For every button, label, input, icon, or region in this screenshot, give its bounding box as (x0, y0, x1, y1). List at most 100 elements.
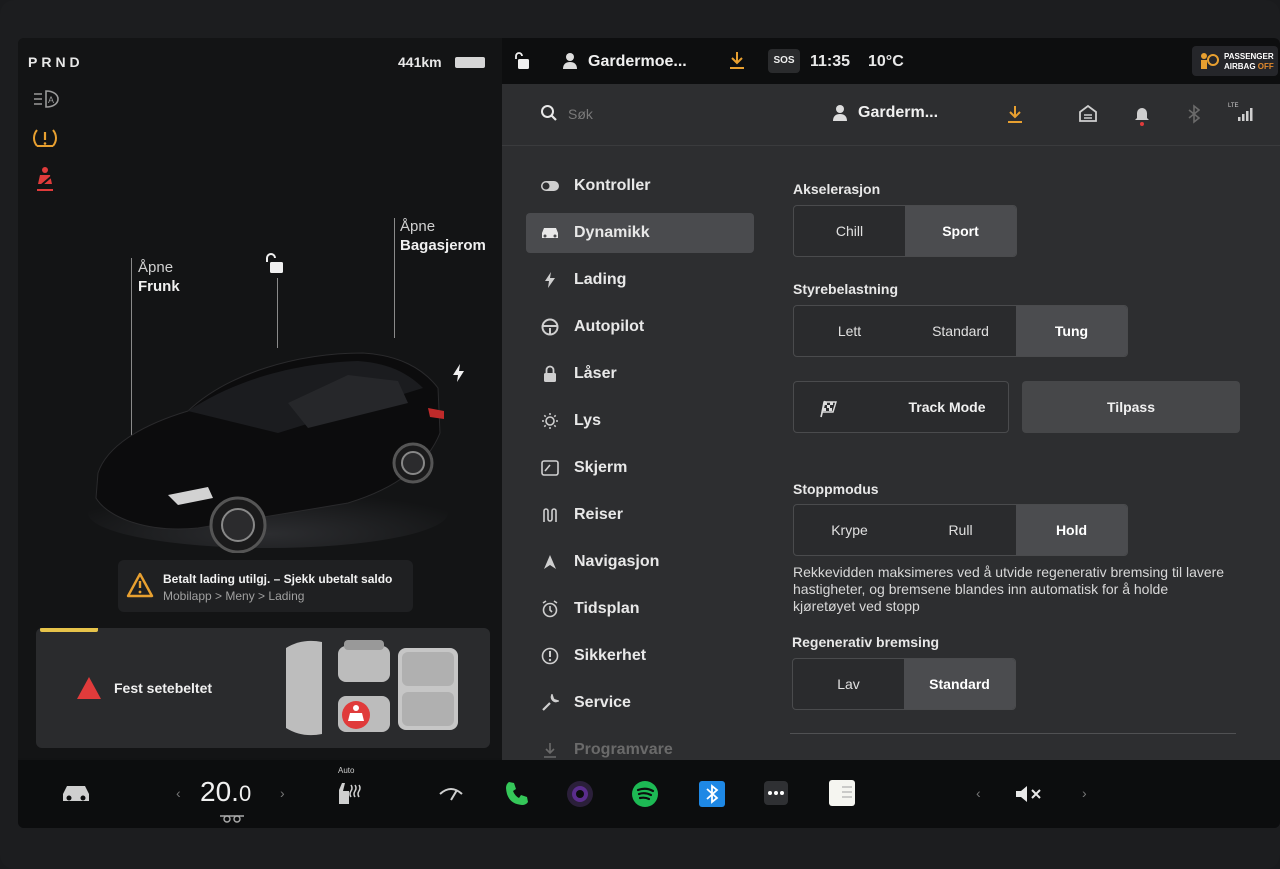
stop-mode-title: Stoppmodus (793, 481, 879, 497)
seatbelt-alert-label: Fest setebeltet (114, 680, 213, 696)
regen-option-standard[interactable]: Standard (904, 659, 1015, 709)
map-status-bar: Gardermoe... SOS 11:35 10°C PASSENGER AI… (502, 38, 1280, 84)
menu-item-dynamikk[interactable]: Dynamikk (526, 213, 754, 253)
menu-label: Låser (574, 364, 617, 382)
trip-destination[interactable]: Gardermoe... (588, 53, 687, 71)
warning-triangle-icon (126, 572, 154, 603)
profile-name[interactable]: Garderm... (858, 104, 938, 122)
search-icon[interactable] (540, 104, 558, 127)
menu-item-lys[interactable]: Lys (526, 397, 754, 444)
volume-up-chevron-icon[interactable]: › (1082, 785, 1087, 801)
muted-speaker-icon[interactable] (1014, 784, 1044, 809)
unlocked-padlock-icon[interactable] (264, 252, 286, 281)
spotify-icon[interactable] (631, 780, 659, 813)
bolt-icon (540, 270, 560, 290)
toggle-icon (540, 176, 560, 196)
steering-option-tung[interactable]: Tung (1016, 306, 1127, 356)
temp-main: 20. (200, 776, 239, 807)
airbag-line2: AIRBAG OFF (1224, 62, 1274, 71)
menu-item-lading[interactable]: Lading (526, 256, 754, 303)
profile-icon[interactable] (832, 104, 848, 127)
customize-button[interactable]: Tilpass (1022, 381, 1240, 433)
menu-item-service[interactable]: Service (526, 679, 754, 726)
airbag-state: OFF (1257, 62, 1274, 71)
unlocked-icon[interactable] (514, 51, 530, 76)
frunk-name-text: Frunk (138, 278, 180, 295)
stop-mode-option-hold[interactable]: Hold (1016, 505, 1127, 555)
charge-port-bolt-icon[interactable] (451, 363, 467, 388)
sos-button[interactable]: SOS (768, 49, 800, 73)
cabin-temperature[interactable]: 20.0 (200, 776, 251, 808)
driver-profile-icon[interactable] (562, 52, 578, 75)
steering-wheel-icon (540, 317, 560, 337)
phone-icon[interactable] (503, 780, 529, 811)
frunk-action-text: Åpne (138, 259, 174, 276)
garage-icon[interactable] (1079, 104, 1097, 127)
wiper-icon[interactable] (438, 784, 464, 809)
seat-heater-icon[interactable] (336, 780, 362, 811)
route-icon (540, 505, 560, 525)
auto-headlights-icon: A (32, 88, 62, 114)
settings-panel: Gardermoe... SOS 11:35 10°C PASSENGER AI… (502, 38, 1280, 760)
steering-title: Styrebelastning (793, 281, 899, 297)
regen-option-lav[interactable]: Lav (793, 659, 904, 709)
notes-app-icon[interactable] (828, 779, 856, 812)
seatbelt-alert-card[interactable]: Fest setebeltet (36, 628, 490, 748)
menu-item-reiser[interactable]: Reiser (526, 491, 754, 538)
more-apps-icon[interactable] (763, 780, 789, 811)
software-update-icon[interactable] (728, 50, 746, 75)
acceleration-option-chill[interactable]: Chill (794, 206, 905, 256)
car-controls-icon[interactable] (60, 782, 92, 809)
settings-header: Garderm... LTE (502, 84, 1280, 146)
camera-icon[interactable] (566, 780, 594, 813)
airbag-prefix: AIRBAG (1224, 62, 1256, 71)
search-input[interactable] (568, 104, 728, 124)
menu-label: Sikkerhet (574, 646, 647, 664)
download-icon[interactable] (1006, 104, 1024, 129)
stop-mode-selector: Krype Rull Hold (793, 504, 1128, 556)
menu-item-kontroller[interactable]: Kontroller (526, 162, 754, 209)
settings-menu: Kontroller Dynamikk Lading Autopilot Lås… (526, 162, 754, 773)
temp-down-chevron-icon[interactable]: ‹ (176, 785, 181, 801)
stop-mode-option-krype[interactable]: Krype (794, 505, 905, 555)
trunk-pointer-line (394, 218, 395, 338)
download-icon (540, 740, 560, 760)
car-3d-model (78, 323, 468, 554)
outside-temperature: 10°C (868, 53, 904, 70)
track-mode-button[interactable]: Track Mode (793, 381, 1009, 433)
volume-down-chevron-icon[interactable]: ‹ (976, 785, 981, 801)
airbag-icon (1198, 52, 1220, 75)
menu-item-sikkerhet[interactable]: Sikkerhet (526, 632, 754, 679)
regen-braking-title: Regenerativ bremsing (792, 634, 940, 650)
trunk-open-label[interactable]: Åpne Bagasjerom (400, 217, 486, 255)
menu-label: Lading (574, 270, 627, 288)
seatbelt-warning-icon (32, 166, 62, 192)
frunk-open-label[interactable]: Åpne Frunk (138, 258, 180, 296)
menu-label: Skjerm (574, 458, 628, 476)
menu-item-tidsplan[interactable]: Tidsplan (526, 585, 754, 632)
gear-selector: PRND (28, 54, 84, 70)
bluetooth-icon[interactable] (1188, 104, 1201, 129)
stop-mode-option-rull[interactable]: Rull (905, 505, 1016, 555)
trunk-name-text: Bagasjerom (400, 237, 486, 254)
menu-item-autopilot[interactable]: Autopilot (526, 303, 754, 350)
battery-icon (455, 57, 485, 68)
temp-up-chevron-icon[interactable]: › (280, 785, 285, 801)
navigation-arrow-icon (540, 552, 560, 572)
trunk-action-text: Åpne (400, 218, 436, 235)
bluetooth-app-icon[interactable] (698, 780, 726, 813)
airbag-line1: PASSENGER (1224, 52, 1274, 61)
unpaid-charging-alert[interactable]: Betalt lading utilgj. – Sjekk ubetalt sa… (118, 560, 413, 612)
range-readout: 441km (398, 54, 442, 70)
notification-bell-icon[interactable] (1134, 104, 1150, 131)
menu-item-skjerm[interactable]: Skjerm (526, 444, 754, 491)
display-icon (540, 458, 560, 478)
menu-item-navigasjon[interactable]: Navigasjon (526, 538, 754, 585)
menu-label: Autopilot (574, 317, 645, 335)
info-circle-icon (540, 646, 560, 666)
steering-option-lett[interactable]: Lett (794, 306, 905, 356)
menu-item-laser[interactable]: Låser (526, 350, 754, 397)
steering-option-standard[interactable]: Standard (905, 306, 1016, 356)
acceleration-option-sport[interactable]: Sport (905, 206, 1016, 256)
alert-indicator-bar (40, 628, 98, 632)
